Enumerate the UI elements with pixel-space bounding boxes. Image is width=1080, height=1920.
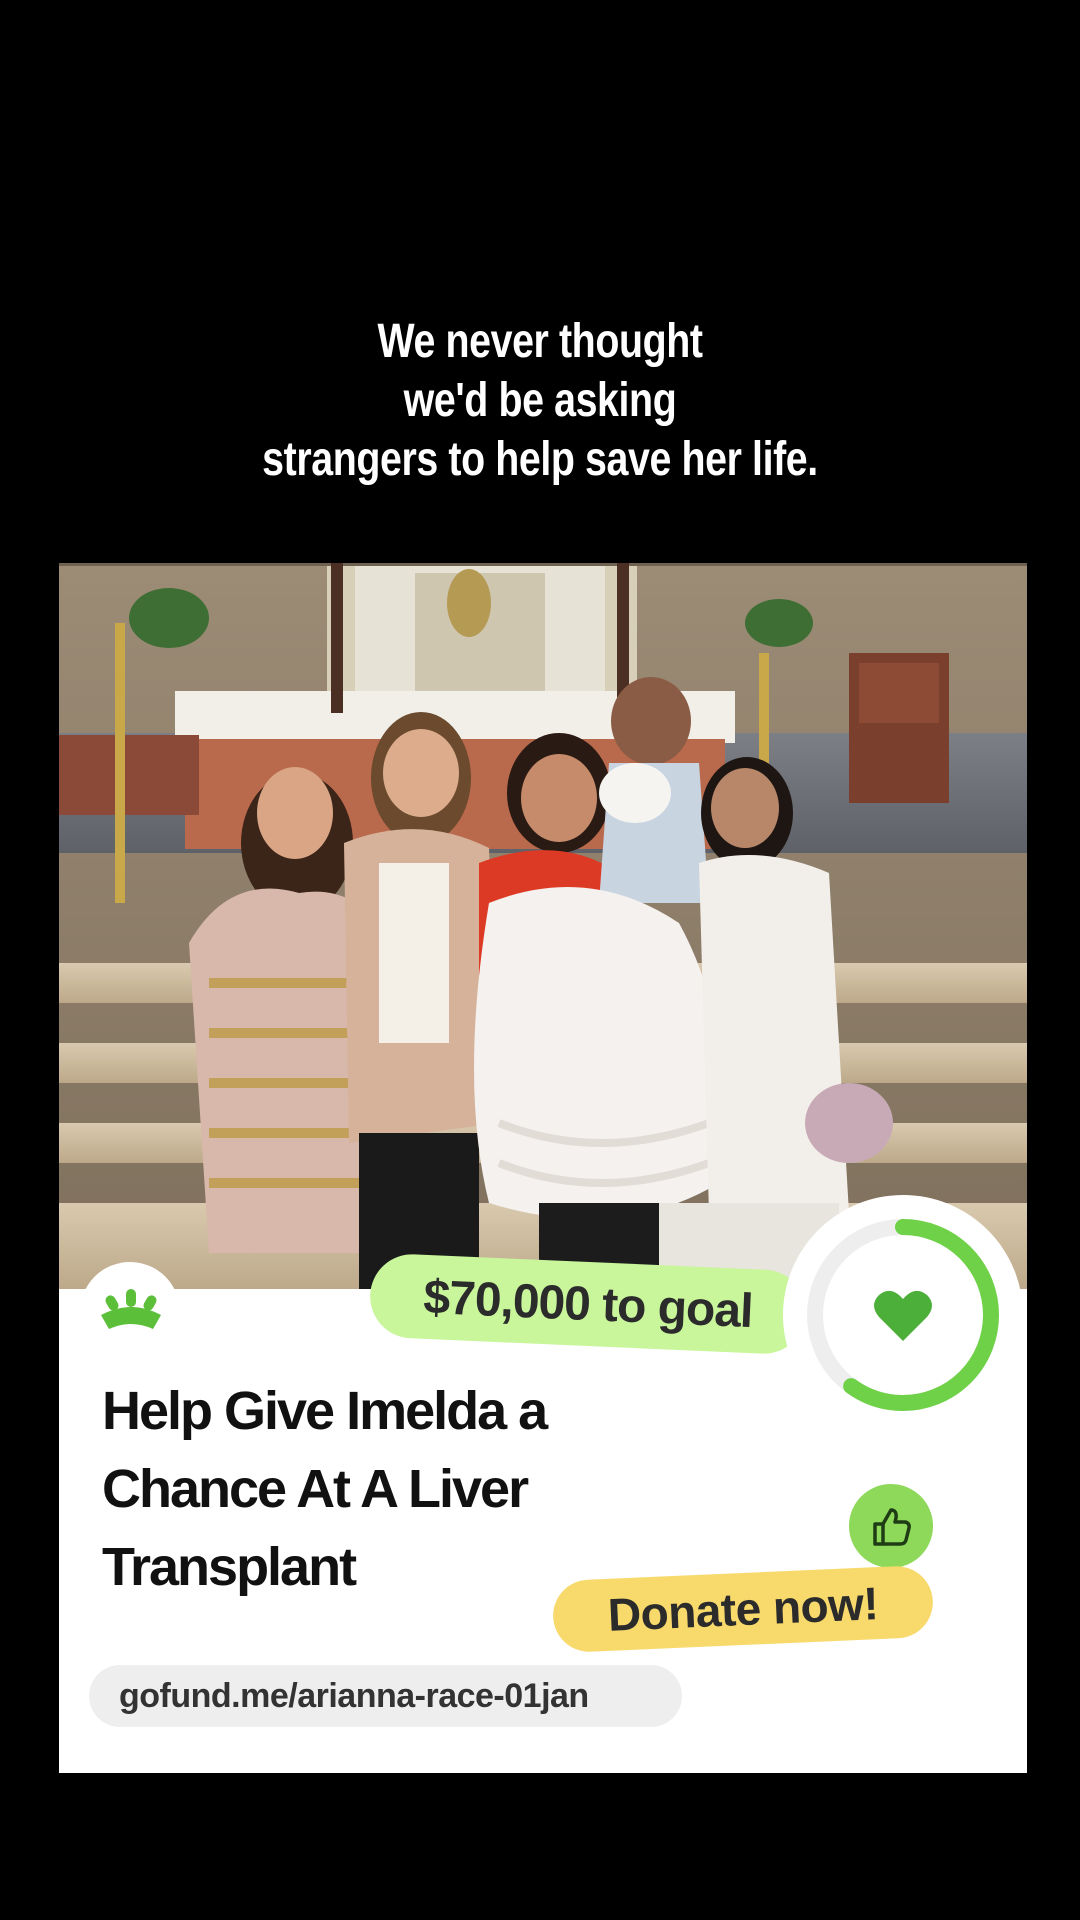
heart-icon xyxy=(874,1290,932,1341)
headline-line-1: We never thought xyxy=(377,315,703,368)
headline: We never thought we'd be asking stranger… xyxy=(97,312,983,489)
like-button[interactable] xyxy=(849,1484,933,1568)
goal-amount-text: $70,000 to goal xyxy=(422,1270,754,1338)
donate-now-label: Donate now! xyxy=(606,1577,880,1641)
fundraiser-title: Help Give Imelda a Chance At A Liver Tra… xyxy=(102,1381,548,1597)
gofundme-logo-icon xyxy=(93,1287,169,1331)
family-photo xyxy=(59,563,1027,1289)
fundraiser-link[interactable]: gofund.me/arianna-race-01jan xyxy=(89,1665,682,1727)
fundraiser-url: gofund.me/arianna-race-01jan xyxy=(119,1676,589,1715)
headline-line-3: strangers to help save her life. xyxy=(262,433,818,486)
progress-ring xyxy=(783,1195,1023,1435)
headline-line-2: we'd be asking xyxy=(403,374,677,427)
thumbs-up-icon xyxy=(873,1508,911,1546)
